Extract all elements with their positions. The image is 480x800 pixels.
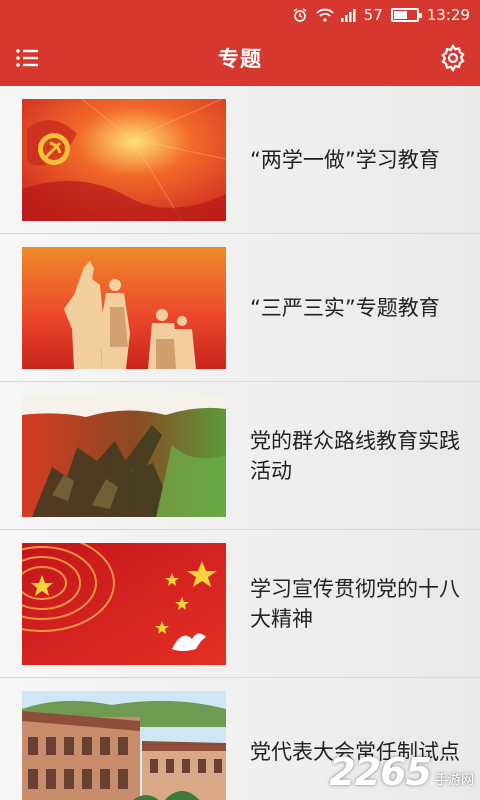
gear-icon xyxy=(441,43,465,73)
alarm-icon xyxy=(292,8,308,22)
menu-button[interactable] xyxy=(14,44,42,72)
topic-title: 党的群众路线教育实践活动 xyxy=(250,428,460,483)
topic-thumbnail xyxy=(22,246,226,369)
topic-title: “两学一做”学习教育 xyxy=(250,147,440,172)
app-bar: 专题 xyxy=(0,30,480,86)
topic-title: 学习宣传贯彻党的十八大精神 xyxy=(250,576,460,631)
status-bar: 57 13:29 xyxy=(0,0,480,30)
list-item[interactable]: “两学一做”学习教育 xyxy=(0,86,480,234)
watermark-suffix: 手游网 xyxy=(434,773,474,788)
watermark-number: 2265 xyxy=(329,750,432,794)
topic-thumbnail xyxy=(22,690,226,800)
watermark-logo: 2265 手游网 xyxy=(329,750,474,794)
topic-list: “两学一做”学习教育 “三严三实”专题教育 党的群众路线教育实践活动 学习宣传贯… xyxy=(0,86,480,800)
battery-icon xyxy=(390,8,422,22)
list-item[interactable]: 党的群众路线教育实践活动 xyxy=(0,382,480,530)
settings-button[interactable] xyxy=(438,43,468,73)
list-item[interactable]: “三严三实”专题教育 xyxy=(0,234,480,382)
list-item[interactable]: 学习宣传贯彻党的十八大精神 xyxy=(0,530,480,678)
topic-thumbnail xyxy=(22,542,226,665)
page-title: 专题 xyxy=(218,47,262,71)
clock: 13:29 xyxy=(426,6,470,24)
signal-level: 57 xyxy=(363,6,383,24)
wifi-icon xyxy=(316,8,334,22)
menu-icon xyxy=(16,49,38,67)
topic-thumbnail xyxy=(22,394,226,517)
signal-icon xyxy=(340,8,356,22)
topic-thumbnail xyxy=(22,98,226,221)
topic-title: “三严三实”专题教育 xyxy=(250,295,440,320)
